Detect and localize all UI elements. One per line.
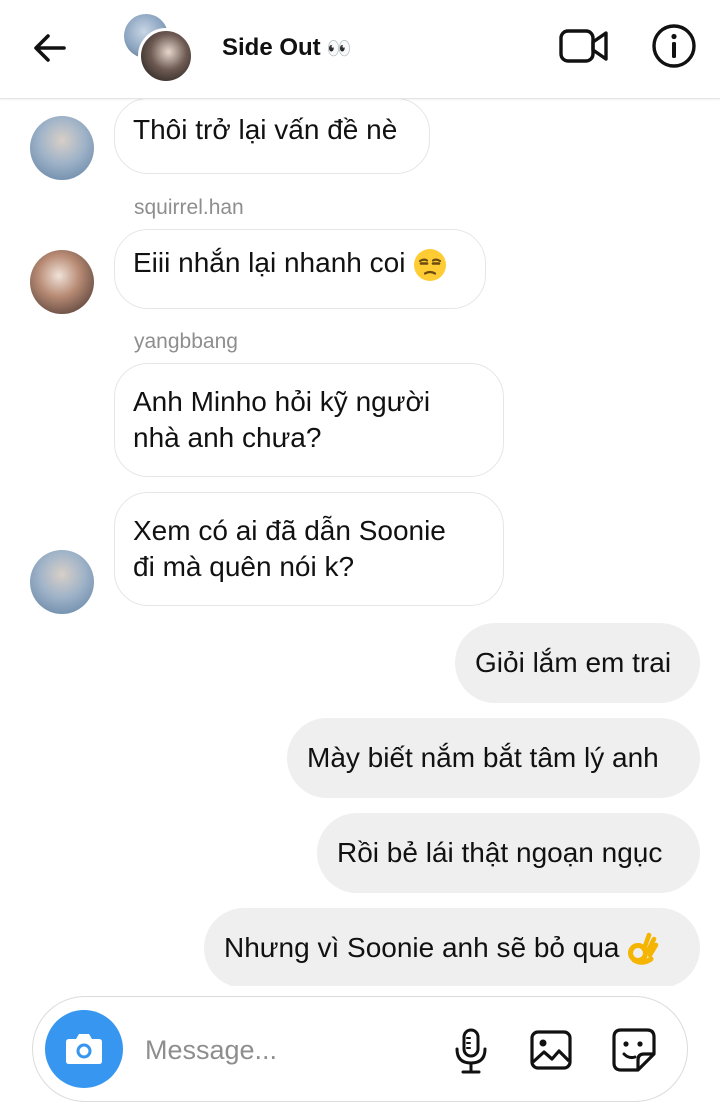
- message-text: Giỏi lắm em trai: [475, 647, 672, 678]
- message-bubble-outgoing[interactable]: Mày biết nắm bắt tâm lý anh: [287, 718, 700, 798]
- back-button[interactable]: [28, 26, 72, 70]
- message-bubble-incoming[interactable]: Anh Minho hỏi kỹ người nhà anh chưa?: [114, 363, 504, 477]
- message-text: Thôi trở lại vấn đề nè: [133, 114, 398, 145]
- video-call-button[interactable]: [558, 24, 610, 68]
- message-text: Eiii nhắn lại nhanh coi: [133, 247, 406, 278]
- message-text-line: Anh Minho hỏi kỹ người: [133, 386, 431, 417]
- message-text-line: nhà anh chưa?: [133, 422, 322, 453]
- info-button[interactable]: [650, 22, 698, 70]
- avatar[interactable]: [30, 250, 94, 314]
- image-gallery-icon: [530, 1030, 572, 1070]
- message-text-line: đi mà quên nói k?: [133, 551, 355, 582]
- camera-icon: [66, 1034, 102, 1064]
- eyes-emoji: 👀: [326, 38, 352, 60]
- message-text: Rồi bẻ lái thật ngoạn ngục: [337, 837, 663, 868]
- group-avatar-front: [138, 28, 194, 84]
- ok-hand-icon: [628, 932, 659, 965]
- message-thread[interactable]: Thôi trở lại vấn đề nè squirrel.han Eiii…: [0, 98, 720, 986]
- sticker-icon: [612, 1028, 656, 1072]
- message-input[interactable]: [143, 1029, 427, 1071]
- video-camera-icon: [559, 29, 608, 63]
- chat-header: Side Out 👀: [0, 0, 720, 99]
- message-composer: [32, 996, 688, 1102]
- microphone-button[interactable]: [451, 1027, 491, 1075]
- microphone-icon: [455, 1028, 487, 1074]
- message-bubble-incoming[interactable]: Eiii nhắn lại nhanh coi: [114, 229, 486, 309]
- message-text: Nhưng vì Soonie anh sẽ bỏ qua: [224, 932, 620, 963]
- sender-name: squirrel.han: [134, 196, 244, 219]
- message-text: Mày biết nắm bắt tâm lý anh: [307, 742, 659, 773]
- message-text-line: Xem có ai đã dẫn Soonie: [133, 515, 446, 546]
- message-bubble-outgoing[interactable]: Nhưng vì Soonie anh sẽ bỏ qua: [204, 908, 700, 986]
- group-avatar[interactable]: [124, 14, 194, 84]
- chat-title-text: Side Out: [222, 34, 321, 61]
- avatar[interactable]: [30, 550, 94, 614]
- message-bubble-incoming[interactable]: Xem có ai đã dẫn Soonie đi mà quên nói k…: [114, 492, 504, 606]
- chat-title[interactable]: Side Out 👀: [222, 34, 352, 62]
- camera-button[interactable]: [45, 1010, 123, 1088]
- message-bubble-incoming[interactable]: Thôi trở lại vấn đề nè: [114, 98, 430, 174]
- message-bubble-outgoing[interactable]: Giỏi lắm em trai: [455, 623, 700, 703]
- avatar[interactable]: [30, 116, 94, 180]
- unamused-face-icon: [414, 248, 447, 281]
- arrow-left-icon: [34, 34, 66, 62]
- sender-name: yangbbang: [134, 330, 238, 353]
- sticker-button[interactable]: [611, 1027, 657, 1073]
- message-bubble-outgoing[interactable]: Rồi bẻ lái thật ngoạn ngục: [317, 813, 700, 893]
- info-circle-icon: [652, 24, 696, 68]
- gallery-button[interactable]: [529, 1029, 573, 1071]
